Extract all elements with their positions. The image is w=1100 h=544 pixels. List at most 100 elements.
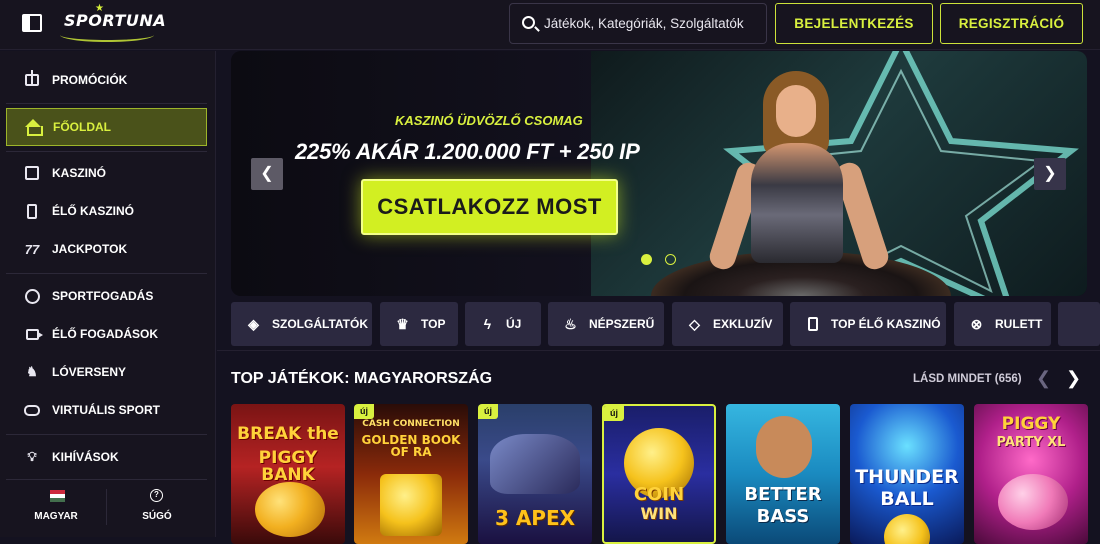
- see-all-link[interactable]: LÁSD MINDET (656): [913, 373, 1022, 385]
- tab-roulette[interactable]: ⊗ RULETT: [954, 302, 1051, 346]
- hero-banner[interactable]: KASZINÓ ÜDVÖZLŐ CSOMAG 225% AKÁR 1.200.0…: [231, 51, 1087, 296]
- home-icon: [25, 119, 43, 136]
- tab-label: SZOLGÁLTATÓK: [272, 317, 368, 331]
- sidebar-item-label: VIRTUÁLIS SPORT: [52, 403, 161, 417]
- tab-label: TOP ÉLŐ KASZINÓ: [831, 317, 941, 331]
- game-title: PIGGY BANK: [258, 448, 318, 485]
- top-header: ★ SPORTUNA BEJELENTKEZÉS REGISZTRÁCIÓ: [0, 0, 1100, 50]
- game-tile-break-the-piggy-bank[interactable]: BREAK the PIGGY BANK: [231, 404, 345, 544]
- help-icon[interactable]: ?: [150, 489, 163, 502]
- sidebar-item-label: SPORTFOGADÁS: [52, 289, 154, 303]
- fisherman-image: [756, 416, 812, 478]
- game-title: WIN: [640, 504, 678, 523]
- logo-swoosh: [60, 28, 154, 42]
- sidebar-item-label: LÓVERSENY: [52, 365, 127, 379]
- sidebar-divider: [6, 479, 207, 480]
- sidebar-item-sports-betting[interactable]: SPORTFOGADÁS: [6, 277, 207, 315]
- new-badge: új: [354, 404, 374, 419]
- sidebar-item-horse-racing[interactable]: ♞ LÓVERSENY: [6, 353, 207, 391]
- tab-top-live-casino[interactable]: TOP ÉLŐ KASZINÓ: [790, 302, 946, 346]
- game-tile-3-apex[interactable]: új 3 APEX: [478, 404, 592, 544]
- search-box[interactable]: [509, 3, 767, 44]
- lightning-icon: ϟ: [483, 316, 492, 332]
- game-tile-piggy-party-xl[interactable]: PIGGY PARTY XL: [974, 404, 1088, 544]
- game-tile-thunder-ball[interactable]: THUNDER BALL: [850, 404, 964, 544]
- game-tile-better-bass[interactable]: BETTER BASS: [726, 404, 840, 544]
- game-title: BASS: [756, 506, 810, 527]
- footer-divider: [106, 489, 107, 525]
- video-camera-icon: [24, 326, 43, 342]
- tab-more[interactable]: [1058, 302, 1100, 346]
- piggy-image: [255, 482, 325, 537]
- sidebar-divider: [6, 434, 207, 435]
- tab-exclusive[interactable]: ◇ EXKLUZÍV: [672, 302, 783, 346]
- game-title: PIGGY: [1001, 414, 1061, 434]
- game-title: COIN: [633, 484, 685, 505]
- coin-image: [884, 514, 930, 544]
- slide-dot[interactable]: [665, 254, 676, 265]
- sidebar: PROMÓCIÓK FŐOLDAL KASZINÓ ÉLŐ KASZINÓ 77…: [0, 51, 216, 537]
- game-title: THUNDER: [855, 466, 959, 488]
- chevron-left-icon[interactable]: ❮: [251, 158, 283, 190]
- phone-icon: [24, 203, 40, 219]
- slide-dot-active[interactable]: [641, 254, 652, 265]
- golden-book-image: [380, 474, 442, 536]
- tab-new[interactable]: ϟ ÚJ: [465, 302, 541, 346]
- promo-headline: 225% AKÁR 1.200.000 FT + 250 IP: [295, 139, 640, 164]
- roulette-icon: ⊗: [970, 315, 983, 332]
- soccer-ball-icon: [24, 288, 40, 304]
- chevron-right-icon[interactable]: ❯: [1034, 158, 1066, 190]
- game-tile-coin-win[interactable]: új COIN WIN: [602, 404, 716, 544]
- join-now-button[interactable]: CSATLAKOZZ MOST: [361, 179, 618, 235]
- promo-kicker: KASZINÓ ÜDVÖZLŐ CSOMAG: [395, 113, 583, 128]
- sidebar-divider: [6, 103, 207, 104]
- lightbulb-icon: 💡︎: [27, 449, 37, 464]
- sidebar-item-jackpots[interactable]: 77 JACKPOTOK: [6, 230, 207, 268]
- sidebar-item-live-casino[interactable]: ÉLŐ KASZINÓ: [6, 192, 207, 230]
- game-title: GOLDEN BOOK OF RA: [361, 433, 461, 459]
- sidebar-divider: [6, 151, 207, 152]
- game-title: CASH CONNECTION: [362, 419, 460, 429]
- horse-icon: ♞: [26, 364, 38, 379]
- hungarian-flag-icon[interactable]: [50, 490, 65, 502]
- register-button[interactable]: REGISZTRÁCIÓ: [940, 3, 1083, 44]
- sidebar-item-promotions[interactable]: PROMÓCIÓK: [6, 61, 207, 99]
- tab-providers[interactable]: ◈ SZOLGÁLTATÓK: [231, 302, 372, 346]
- phone-icon: [804, 316, 821, 333]
- sidebar-toggle-icon[interactable]: [22, 14, 42, 32]
- sidebar-item-live-betting[interactable]: ÉLŐ FOGADÁSOK: [6, 315, 207, 353]
- sidebar-item-label: ÉLŐ FOGADÁSOK: [52, 327, 159, 341]
- sidebar-item-virtual-sports[interactable]: VIRTUÁLIS SPORT: [6, 391, 207, 429]
- wolf-image: [490, 434, 580, 494]
- login-button[interactable]: BEJELENTKEZÉS: [775, 3, 933, 44]
- game-tile-golden-book-of-ra[interactable]: új CASH CONNECTION GOLDEN BOOK OF RA: [354, 404, 468, 544]
- game-title: 3 APEX: [494, 506, 576, 530]
- tab-top[interactable]: ♛ TOP: [380, 302, 458, 346]
- sidebar-item-label: KASZINÓ: [52, 166, 106, 180]
- tab-popular[interactable]: ♨ NÉPSZERŰ: [548, 302, 664, 346]
- help-link[interactable]: SÚGÓ: [112, 511, 202, 522]
- game-title: BALL: [880, 488, 934, 510]
- flame-icon: ♨: [564, 315, 577, 332]
- search-icon: [522, 16, 535, 29]
- layers-icon: ◈: [248, 315, 259, 332]
- chevron-right-icon[interactable]: ❯: [1066, 368, 1081, 389]
- sidebar-item-challenges[interactable]: 💡︎ KIHÍVÁSOK: [6, 438, 207, 476]
- gift-icon: [24, 70, 40, 88]
- cards-icon: [24, 165, 40, 181]
- diamond-icon: ◇: [689, 315, 700, 332]
- search-input[interactable]: [544, 4, 764, 43]
- sidebar-item-label: ÉLŐ KASZINÓ: [52, 204, 135, 218]
- tab-label: RULETT: [995, 317, 1043, 331]
- language-selector[interactable]: MAGYAR: [0, 511, 112, 522]
- chevron-left-icon[interactable]: ❮: [1036, 368, 1051, 389]
- top-games-title: TOP JÁTÉKOK: MAGYARORSZÁG: [231, 370, 493, 387]
- crown-icon: ♛: [396, 315, 409, 332]
- sidebar-item-home[interactable]: FŐOLDAL: [6, 108, 207, 146]
- sidebar-item-casino[interactable]: KASZINÓ: [6, 154, 207, 192]
- gamepad-icon: [24, 402, 40, 418]
- tab-label: NÉPSZERŰ: [589, 317, 655, 331]
- sidebar-item-label: JACKPOTOK: [52, 242, 128, 256]
- sidebar-divider: [6, 273, 207, 274]
- game-title: BREAK the: [237, 424, 339, 444]
